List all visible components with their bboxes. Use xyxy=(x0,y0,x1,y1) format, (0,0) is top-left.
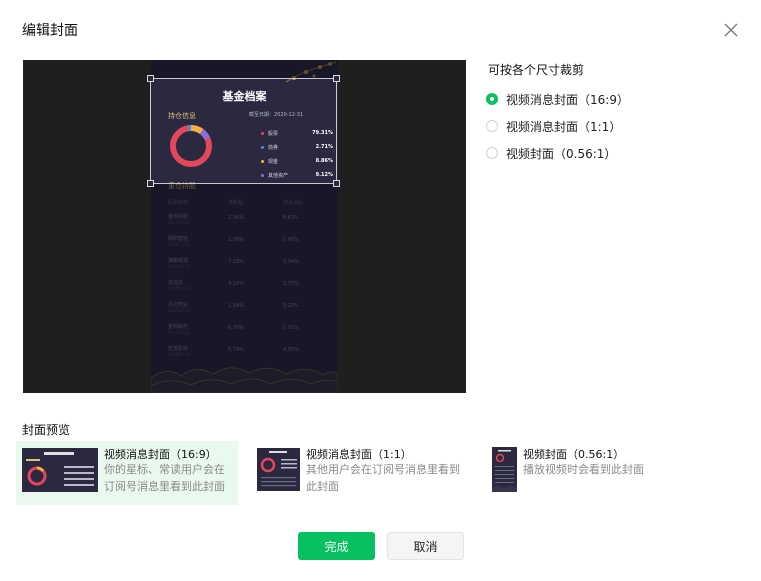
preview-title: 封面预览 xyxy=(22,423,71,437)
preview-card-16-9[interactable]: 视频消息封面（16:9） 你的星标、常读用户会在订阅号消息里看到此封面 xyxy=(16,441,238,505)
confirm-button[interactable]: 完成 xyxy=(298,532,375,560)
radio-unselected-icon[interactable] xyxy=(486,120,498,132)
crop-mask-top xyxy=(151,60,338,78)
radio-unselected-icon[interactable] xyxy=(486,147,498,159)
crop-mask xyxy=(151,184,338,393)
crop-box[interactable] xyxy=(150,78,337,184)
preview-thumb-16-9 xyxy=(22,448,98,492)
preview-card-desc: 播放视频时会看到此封面 xyxy=(523,463,644,476)
preview-card-1-1[interactable]: 视频消息封面（1:1） 其他用户会在订阅号消息里看到此封面 xyxy=(251,441,473,505)
cancel-button[interactable]: 取消 xyxy=(387,532,464,560)
crop-handle-top-left[interactable] xyxy=(147,75,154,82)
crop-handle-top-right[interactable] xyxy=(333,75,340,82)
preview-thumb-1-1 xyxy=(257,448,300,491)
preview-card-title: 视频封面（0.56:1） xyxy=(523,448,625,461)
preview-thumb-0-56-1 xyxy=(492,447,517,492)
radio-option-16-9[interactable]: 视频消息封面（16:9） xyxy=(486,90,629,108)
close-icon[interactable] xyxy=(722,21,740,39)
radio-selected-icon[interactable] xyxy=(486,93,498,105)
crop-handle-bottom-right[interactable] xyxy=(333,180,340,187)
crop-options-title: 可按各个尺寸裁剪 xyxy=(488,63,585,77)
radio-label: 视频封面（0.56:1） xyxy=(506,146,617,161)
dialog-title: 编辑封面 xyxy=(22,23,78,39)
preview-card-desc: 你的星标、常读用户会在订阅号消息里看到此封面 xyxy=(104,463,225,493)
crop-handle-bottom-left[interactable] xyxy=(147,180,154,187)
radio-option-1-1[interactable]: 视频消息封面（1:1） xyxy=(486,117,621,135)
radio-label: 视频消息封面（16:9） xyxy=(506,92,629,107)
preview-card-title: 视频消息封面（1:1） xyxy=(306,448,412,461)
preview-card-0-56-1[interactable]: 视频封面（0.56:1） 播放视频时会看到此封面 xyxy=(486,441,686,505)
preview-card-title: 视频消息封面（16:9） xyxy=(104,448,217,461)
preview-card-desc: 其他用户会在订阅号消息里看到此封面 xyxy=(306,463,460,493)
radio-label: 视频消息封面（1:1） xyxy=(506,119,622,134)
radio-option-0-56-1[interactable]: 视频封面（0.56:1） xyxy=(486,144,616,162)
